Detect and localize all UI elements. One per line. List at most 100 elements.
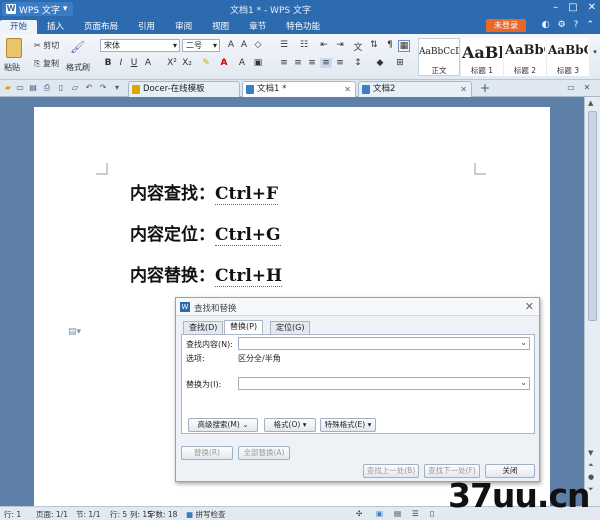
scroll-down-icon[interactable]: ▼: [588, 449, 593, 457]
strikethrough-icon[interactable]: A: [142, 58, 154, 68]
font-size-select[interactable]: 二号 ▾: [182, 39, 220, 52]
menu-tab-home[interactable]: 开始: [0, 20, 38, 34]
page-view-icon[interactable]: ▣: [376, 509, 383, 518]
style-normal[interactable]: AaBbCcDd 正文: [418, 38, 460, 76]
show-marks-icon[interactable]: ¶: [384, 40, 396, 50]
find-previous-button[interactable]: 查找上一处(B): [363, 464, 419, 478]
redo-icon[interactable]: ↷: [98, 83, 108, 93]
replace-all-button[interactable]: 全部替换(A): [238, 446, 290, 460]
web-view-icon[interactable]: ▤: [394, 509, 401, 518]
subscript-icon[interactable]: X₂: [181, 58, 193, 68]
outline-view-icon[interactable]: ☰: [412, 509, 419, 518]
restore-doc-icon[interactable]: ▭: [566, 83, 576, 93]
style-heading-2[interactable]: AaBbC 标题 2: [504, 38, 546, 76]
menu-tab-references[interactable]: 引用: [128, 20, 165, 34]
format-painter-label[interactable]: 格式刷: [66, 62, 90, 73]
save-icon[interactable]: ▤: [28, 83, 38, 93]
font-name-select[interactable]: 宋体 ▾: [100, 39, 180, 52]
special-format-button[interactable]: 特殊格式(E) ▾: [320, 418, 376, 432]
dialog-tab-goto[interactable]: 定位(G): [270, 321, 311, 334]
dialog-title-bar[interactable]: W 查找和替换 ✕: [176, 298, 539, 316]
style-heading-3[interactable]: AaBbC 标题 3: [547, 38, 589, 76]
sort-icon[interactable]: ⇅: [368, 40, 380, 50]
focus-mode-icon[interactable]: ✣: [356, 509, 362, 518]
paste-button-label[interactable]: 粘贴: [4, 62, 20, 73]
char-border-icon[interactable]: ▣: [252, 58, 264, 68]
menu-tab-insert[interactable]: 插入: [37, 20, 74, 34]
menu-tab-features[interactable]: 特色功能: [276, 20, 330, 34]
dialog-tab-replace[interactable]: 替换(P): [224, 320, 264, 334]
scroll-thumb[interactable]: [588, 111, 597, 321]
maximize-button[interactable]: □: [568, 2, 577, 13]
chinese-layout-icon[interactable]: 文: [352, 40, 364, 53]
bullets-icon[interactable]: ☰: [278, 40, 290, 50]
login-button[interactable]: 未登录: [486, 19, 526, 32]
italic-icon[interactable]: I: [115, 58, 127, 68]
format-painter-icon[interactable]: 🖌: [70, 40, 85, 54]
settings-icon[interactable]: ⚙: [558, 20, 566, 30]
highlight-icon[interactable]: ✎: [200, 58, 212, 68]
tab-docer[interactable]: Docer-在线模板: [128, 81, 240, 97]
replace-button[interactable]: 替换(R): [181, 446, 233, 460]
replace-input[interactable]: ⌄: [238, 377, 530, 390]
styles-more-icon[interactable]: ▾: [589, 48, 600, 56]
print-icon[interactable]: ⎙: [42, 83, 52, 93]
borders-icon[interactable]: ⊞: [394, 58, 406, 68]
format-button[interactable]: 格式(O) ▾: [264, 418, 316, 432]
scroll-up-icon[interactable]: ▲: [588, 99, 593, 107]
vertical-scrollbar[interactable]: ▲ ▼ ⏶ ● ⏷: [584, 97, 600, 506]
reading-view-icon[interactable]: ▯: [430, 509, 434, 518]
export-pdf-icon[interactable]: ▱: [70, 83, 80, 93]
prev-page-icon[interactable]: ⏶: [588, 461, 594, 470]
new-tab-button[interactable]: +: [480, 81, 490, 95]
new-doc-icon[interactable]: ▭: [15, 83, 25, 93]
style-heading-1[interactable]: AaBl 标题 1: [461, 38, 503, 76]
undo-icon[interactable]: ↶: [84, 83, 94, 93]
paste-icon[interactable]: [6, 38, 22, 58]
underline-icon[interactable]: U: [128, 58, 140, 68]
close-tab-icon[interactable]: ✕: [460, 82, 467, 97]
tab-document-1[interactable]: 文档1 * ✕: [242, 81, 356, 97]
print-preview-icon[interactable]: ▯: [56, 83, 66, 93]
close-doc-icon[interactable]: ✕: [582, 83, 592, 93]
menu-tab-layout[interactable]: 页面布局: [74, 20, 128, 34]
tab-document-2[interactable]: 文档2 ✕: [358, 81, 472, 97]
find-input[interactable]: ⌄: [238, 337, 530, 350]
menu-tab-view[interactable]: 视图: [202, 20, 239, 34]
close-window-button[interactable]: ✕: [588, 2, 596, 13]
help-icon[interactable]: ?: [574, 20, 579, 30]
open-folder-icon[interactable]: ▰: [3, 83, 13, 93]
clear-format-icon[interactable]: ◇: [252, 40, 264, 50]
cut-button[interactable]: ✂ 剪切: [34, 40, 59, 51]
chevron-down-icon[interactable]: ⌄: [520, 378, 527, 387]
advanced-search-button[interactable]: 高级搜索(M) ⌄: [188, 418, 258, 432]
chevron-down-icon[interactable]: ⌄: [520, 338, 527, 347]
dialog-tab-find[interactable]: 查找(D): [183, 321, 224, 334]
align-left-icon[interactable]: ≡: [278, 58, 290, 68]
menu-tab-section[interactable]: 章节: [239, 20, 276, 34]
grow-font-icon[interactable]: A: [225, 40, 237, 50]
decrease-indent-icon[interactable]: ⇤: [318, 40, 330, 50]
collapse-ribbon-icon[interactable]: ⌃: [586, 20, 594, 30]
distribute-icon[interactable]: ≡: [334, 58, 346, 68]
paragraph-layout-icon[interactable]: ▤▾: [68, 327, 81, 337]
numbering-icon[interactable]: ☷: [298, 40, 310, 50]
menu-tab-review[interactable]: 审阅: [165, 20, 202, 34]
superscript-icon[interactable]: X²: [166, 58, 178, 68]
bold-icon[interactable]: B: [102, 58, 114, 68]
close-tab-icon[interactable]: ✕: [344, 82, 351, 97]
dialog-close-icon[interactable]: ✕: [525, 300, 534, 313]
char-shading-icon[interactable]: A: [236, 58, 248, 68]
font-color-icon[interactable]: A: [218, 58, 230, 68]
table-tools-icon[interactable]: ▦: [398, 40, 410, 52]
align-center-icon[interactable]: ≡: [292, 58, 304, 68]
line-spacing-icon[interactable]: ↕: [352, 58, 364, 68]
justify-icon[interactable]: ≡: [320, 58, 332, 68]
copy-button[interactable]: ⎘ 复制: [34, 58, 59, 69]
minimize-button[interactable]: –: [553, 2, 558, 13]
spell-check-toggle[interactable]: ■ 拼写检查: [186, 509, 225, 520]
skin-icon[interactable]: ◐: [542, 20, 550, 30]
align-right-icon[interactable]: ≡: [306, 58, 318, 68]
app-menu-button[interactable]: W WPS 文字 ▾: [2, 2, 74, 16]
shrink-font-icon[interactable]: A: [238, 40, 250, 50]
